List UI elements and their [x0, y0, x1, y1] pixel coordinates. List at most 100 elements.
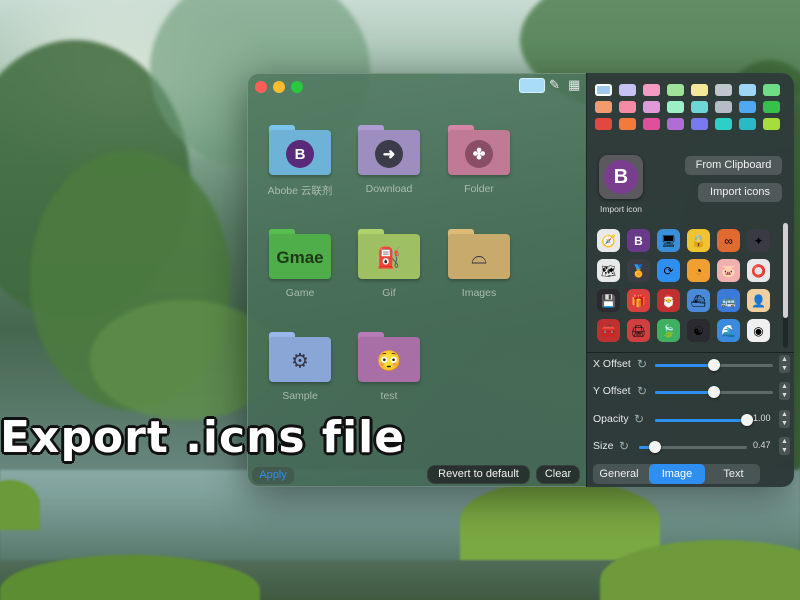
lock-icon[interactable]: 🔒: [687, 229, 710, 252]
folder-icon: 😳: [358, 332, 420, 382]
palette-color-swatch[interactable]: [643, 118, 660, 130]
tab-text[interactable]: Text: [707, 464, 760, 484]
palette-color-swatch[interactable]: [595, 84, 612, 96]
stepper[interactable]: ▲ ▼: [779, 355, 790, 373]
slider-label: Size: [593, 440, 614, 452]
palette-color-swatch[interactable]: [667, 84, 684, 96]
stepper[interactable]: ▲ ▼: [779, 437, 790, 455]
compass-icon[interactable]: 🧭: [597, 229, 620, 252]
import-icons-button[interactable]: Import icons: [698, 183, 782, 202]
leaf-icon[interactable]: 🍃: [657, 319, 680, 342]
slider-track[interactable]: [639, 441, 747, 453]
slider-knob[interactable]: [741, 414, 753, 426]
palette-color-swatch[interactable]: [739, 118, 756, 130]
icon-library-grid: 🧭B🖥🔒∞✦🗺🏅⟳◔🐷⭕💾🎁🎅⛴🚌👤🧰🖨🍃☯🌊◉e: [597, 229, 779, 349]
slider-row: Size ↻ 0.47 ▲ ▼: [587, 436, 794, 458]
slider-row: Y Offset ↻ ▲ ▼: [587, 381, 794, 403]
clear-button[interactable]: Clear: [536, 465, 580, 484]
slider-knob[interactable]: [708, 386, 720, 398]
palette-color-swatch[interactable]: [763, 84, 780, 96]
palette-color-swatch[interactable]: [739, 84, 756, 96]
medal-icon[interactable]: 🏅: [627, 259, 650, 282]
palette-color-swatch[interactable]: [715, 118, 732, 130]
color-well[interactable]: [519, 78, 545, 93]
icon-preview[interactable]: B: [599, 155, 643, 199]
slider-track[interactable]: [655, 414, 753, 426]
sync-icon[interactable]: ⟳: [657, 259, 680, 282]
palette-color-swatch[interactable]: [691, 84, 708, 96]
stepper[interactable]: ▲ ▼: [779, 410, 790, 428]
pie-icon[interactable]: ◔: [687, 259, 710, 282]
folder-label: Images: [461, 287, 497, 299]
palette-color-swatch[interactable]: [715, 84, 732, 96]
yinyang-icon[interactable]: ☯: [687, 319, 710, 342]
palette-color-swatch[interactable]: [715, 101, 732, 113]
grid-icon[interactable]: ▦: [568, 77, 580, 93]
promo-caption: Export .icns file: [0, 412, 406, 463]
printer-icon[interactable]: 🖨: [627, 319, 650, 342]
palette-color-swatch[interactable]: [667, 118, 684, 130]
palette-color-swatch[interactable]: [763, 101, 780, 113]
minimize-window-button[interactable]: [273, 81, 285, 93]
folder-item[interactable]: B Abobe 云联剂: [255, 125, 345, 198]
folder-badge-icon: ⚙: [291, 350, 309, 373]
slider-fill: [655, 364, 714, 367]
ship-icon[interactable]: ⛴: [687, 289, 710, 312]
folder-item[interactable]: ⛽ Gif: [344, 229, 434, 299]
bus-icon[interactable]: 🚌: [717, 289, 740, 312]
slider-track[interactable]: [655, 386, 773, 398]
reset-icon[interactable]: ↻: [637, 357, 647, 371]
santa-icon[interactable]: 🎅: [657, 289, 680, 312]
close-window-button[interactable]: [255, 81, 267, 93]
revert-to-default-button[interactable]: Revert to default: [427, 465, 530, 484]
palette-color-swatch[interactable]: [667, 101, 684, 113]
pencil-icon[interactable]: ✎: [549, 77, 560, 93]
palette-color-swatch[interactable]: [691, 101, 708, 113]
palette-color-swatch[interactable]: [595, 118, 612, 130]
monitor-icon[interactable]: 🖥: [657, 229, 680, 252]
palette-color-swatch[interactable]: [643, 84, 660, 96]
folder-item[interactable]: Gmae Game: [255, 229, 345, 299]
folder-item[interactable]: ➜ Download: [344, 125, 434, 195]
magic-wand-icon[interactable]: ✦: [747, 229, 770, 252]
slider-knob[interactable]: [708, 359, 720, 371]
palette-color-swatch[interactable]: [763, 118, 780, 130]
infinity-icon[interactable]: ∞: [717, 229, 740, 252]
wave-icon[interactable]: 🌊: [717, 319, 740, 342]
gift-icon[interactable]: 🎁: [627, 289, 650, 312]
stepper[interactable]: ▲ ▼: [779, 382, 790, 400]
palette-color-swatch[interactable]: [619, 84, 636, 96]
tab-image[interactable]: Image: [649, 464, 705, 484]
palette-color-swatch[interactable]: [739, 101, 756, 113]
palette-color-swatch[interactable]: [619, 101, 636, 113]
tab-general[interactable]: General: [593, 464, 645, 484]
bootstrap-icon[interactable]: B: [627, 229, 650, 252]
zoom-window-button[interactable]: [291, 81, 303, 93]
avatar-icon[interactable]: 👤: [747, 289, 770, 312]
icon-grid-scrollbar[interactable]: [783, 223, 788, 348]
folder-item[interactable]: ⚙ Sample: [255, 332, 345, 402]
apply-button[interactable]: Apply: [251, 466, 295, 485]
from-clipboard-button[interactable]: From Clipboard: [685, 156, 782, 175]
folder-label: Gif: [382, 287, 396, 299]
palette-color-swatch[interactable]: [619, 118, 636, 130]
reset-icon[interactable]: ↻: [637, 384, 647, 398]
reset-icon[interactable]: ↻: [634, 412, 644, 426]
folder-item[interactable]: 😳 test: [344, 332, 434, 402]
scrollbar-thumb[interactable]: [783, 223, 788, 318]
folder-item[interactable]: ✤ Folder: [434, 125, 524, 195]
slider-knob[interactable]: [649, 441, 662, 453]
palette-color-swatch[interactable]: [691, 118, 708, 130]
reset-icon[interactable]: ↻: [619, 439, 629, 453]
toolbox-icon[interactable]: 🧰: [597, 319, 620, 342]
lifebuoy-icon[interactable]: ⭕: [747, 259, 770, 282]
palette-color-swatch[interactable]: [643, 101, 660, 113]
folder-item[interactable]: ⌓ Images: [434, 229, 524, 299]
slider-track[interactable]: [655, 359, 773, 371]
pig-icon[interactable]: 🐷: [717, 259, 740, 282]
map-icon[interactable]: 🗺: [597, 259, 620, 282]
palette-color-swatch[interactable]: [595, 101, 612, 113]
folder-badge-icon: 😳: [376, 350, 402, 373]
chrome-icon[interactable]: ◉: [747, 319, 770, 342]
floppy-icon[interactable]: 💾: [597, 289, 620, 312]
